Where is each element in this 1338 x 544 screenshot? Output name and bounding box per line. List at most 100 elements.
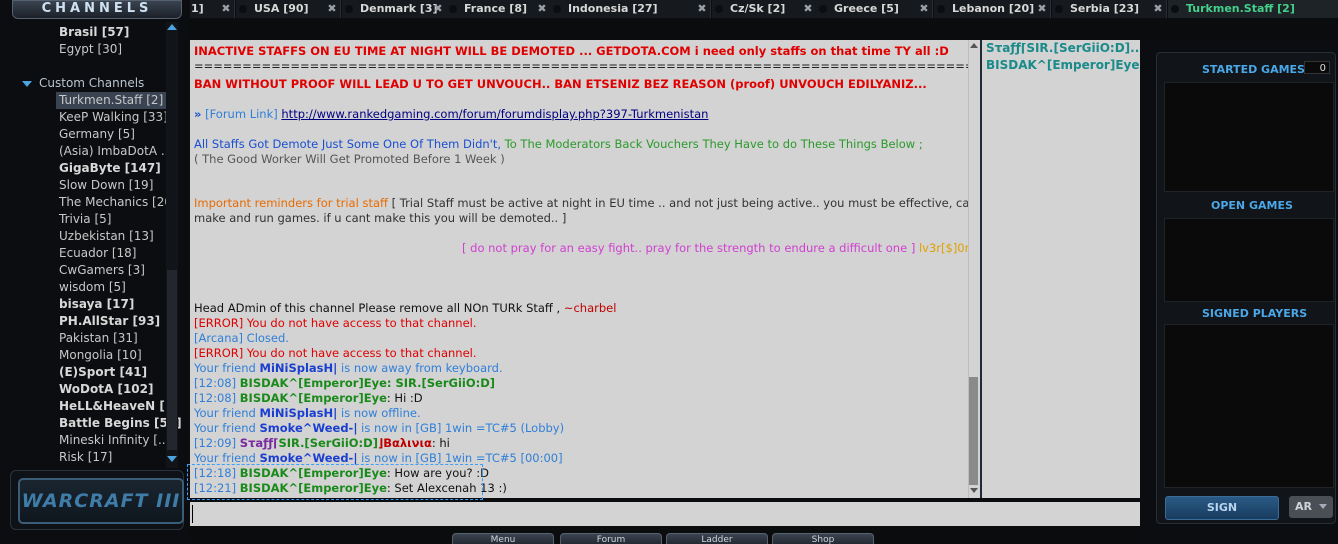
chat-log[interactable]: INACTIVE STAFFS ON EU TIME AT NIGHT WILL… bbox=[190, 40, 968, 498]
channel-item[interactable]: bisaya [17] bbox=[59, 296, 134, 313]
open-games-list[interactable] bbox=[1164, 218, 1334, 302]
tab-channel[interactable]: Indonesia [27] ✖ bbox=[550, 0, 711, 18]
close-tab-icon[interactable]: ✖ bbox=[1152, 0, 1164, 18]
close-tab-icon[interactable]: ✖ bbox=[536, 0, 548, 18]
chat-line: make and run games. if u cant make this … bbox=[194, 211, 566, 226]
tab-channel[interactable]: Greece [5] ✖ bbox=[816, 0, 933, 18]
tab-channel[interactable]: Lebanon [20] ✖ bbox=[934, 0, 1051, 18]
chat-text: [ Trial Staff must be active at night in… bbox=[387, 196, 968, 210]
close-tab-icon[interactable]: ✖ bbox=[802, 0, 814, 18]
signed-players-list[interactable] bbox=[1164, 324, 1334, 488]
channel-item[interactable]: wisdom [5] bbox=[59, 279, 126, 296]
user-item[interactable]: Sτaƒƒ⌈SIR.[SerGiiO:D]... bbox=[986, 41, 1144, 55]
text-cursor bbox=[192, 505, 193, 523]
chat-line: INACTIVE STAFFS ON EU TIME AT NIGHT WILL… bbox=[194, 44, 949, 59]
channel-item[interactable]: Brasil [57] bbox=[59, 24, 129, 41]
nav-shop[interactable]: Shop bbox=[772, 533, 874, 544]
channel-item[interactable]: Trivia [5] bbox=[59, 211, 111, 228]
language-label: AR bbox=[1295, 500, 1312, 513]
chat-text: MiNiSplasH| bbox=[259, 406, 338, 420]
chat-line: Your friend MiNiSplasH| is now away from… bbox=[194, 361, 503, 376]
chat-text: ⌋Bαλινια bbox=[377, 436, 432, 450]
chat-text: SIR.[SerGiiO:D] bbox=[278, 436, 378, 450]
tab-label: Indonesia [27] bbox=[568, 2, 658, 15]
scroll-down-icon bbox=[167, 456, 177, 462]
chat-text: BISDAK^[Emperor]Eye bbox=[239, 391, 387, 405]
tab-channel[interactable]: France [8] ✖ bbox=[446, 0, 551, 18]
tab-label: Serbia [23] bbox=[1070, 2, 1140, 15]
channel-item[interactable]: Mineski Infinity [... bbox=[59, 432, 169, 449]
chat-line: Your friend Smoke^Weed-| is now in [GB] … bbox=[194, 421, 564, 436]
scroll-up-icon[interactable] bbox=[970, 43, 978, 48]
tab-label: 1] bbox=[191, 2, 204, 15]
channel-item[interactable]: Germany [5] bbox=[59, 126, 135, 143]
forum-link[interactable]: http://www.rankedgaming.com/forum/forumd… bbox=[281, 107, 708, 121]
chat-text: Your friend bbox=[194, 361, 260, 375]
user-item[interactable]: BISDAK^[Emperor]Eye bbox=[986, 58, 1140, 72]
channel-item[interactable]: Battle Begins [50] bbox=[59, 415, 182, 432]
scroll-down-arrow[interactable] bbox=[166, 452, 178, 466]
chat-input[interactable] bbox=[190, 502, 1140, 526]
tab-indicator-icon bbox=[937, 5, 945, 13]
channel-item[interactable]: The Mechanics [20] bbox=[59, 194, 177, 211]
nav-ladder[interactable]: Ladder bbox=[666, 533, 768, 544]
channel-item[interactable]: Uzbekistan [13] bbox=[59, 228, 154, 245]
tab-label: USA [90] bbox=[254, 2, 309, 15]
channel-item[interactable]: Risk [17] bbox=[59, 449, 112, 466]
tab-label: Turkmen.Staff [2] bbox=[1186, 2, 1295, 15]
channel-item[interactable]: Egypt [30] bbox=[59, 41, 122, 58]
nav-forum[interactable]: Forum bbox=[560, 533, 662, 544]
tab-channel[interactable]: Serbia [23] ✖ bbox=[1052, 0, 1167, 18]
chat-scrollbar-thumb[interactable] bbox=[969, 377, 978, 485]
chat-text: is now away from keyboard. bbox=[337, 361, 503, 375]
scroll-up-icon[interactable] bbox=[167, 24, 177, 30]
channel-item[interactable]: Pakistan [31] bbox=[59, 330, 138, 347]
close-tab-icon[interactable]: ✖ bbox=[1036, 0, 1048, 18]
close-tab-icon[interactable]: ✖ bbox=[696, 0, 708, 18]
channel-item[interactable]: GigaByte [147] bbox=[59, 160, 161, 177]
channel-item[interactable]: CwGamers [3] bbox=[59, 262, 145, 279]
language-select[interactable]: AR bbox=[1289, 496, 1333, 518]
tab-channel[interactable]: Denmark [3] ✖ bbox=[342, 0, 447, 18]
tab-indicator-icon bbox=[345, 5, 353, 13]
tab-channel[interactable]: USA [90] ✖ bbox=[236, 0, 341, 18]
tab-indicator-icon bbox=[715, 5, 723, 13]
chat-line: Head ADmin of this channel Please remove… bbox=[194, 301, 616, 316]
tab-active[interactable]: Turkmen.Staff [2] bbox=[1168, 0, 1338, 18]
channel-item[interactable]: (E)Sport [41] bbox=[59, 364, 147, 381]
channel-item[interactable]: Slow Down [19] bbox=[59, 177, 153, 194]
channel-item[interactable]: PH.AllStar [93] bbox=[59, 313, 160, 330]
close-tab-icon[interactable]: ✖ bbox=[432, 0, 444, 18]
chat-text: Your friend bbox=[194, 451, 260, 465]
tab-label: Lebanon [20] bbox=[952, 2, 1035, 15]
open-games-title: OPEN GAMES bbox=[1211, 199, 1293, 212]
text-selection-box bbox=[187, 464, 483, 500]
tab-channel[interactable]: 1] ✖ bbox=[190, 0, 235, 18]
channel-item[interactable]: KeeP Walking [33] bbox=[59, 109, 168, 126]
channel-group-custom[interactable]: Custom Channels bbox=[39, 75, 144, 92]
chat-text: All Staffs Got Demote Just Some One Of T… bbox=[194, 137, 505, 151]
channel-scrollbar-thumb[interactable] bbox=[167, 270, 177, 450]
channel-item[interactable]: Ecuador [18] bbox=[59, 245, 136, 262]
started-games-list[interactable] bbox=[1164, 82, 1334, 192]
chat-line: » [Forum Link] http://www.rankedgaming.c… bbox=[194, 107, 708, 122]
channel-item[interactable]: HeLL&HeaveN [... bbox=[59, 398, 179, 415]
channel-item[interactable]: Mongolia [10] bbox=[59, 347, 142, 364]
channel-item[interactable]: (Asia) ImbaDotA ... bbox=[59, 143, 172, 160]
close-tab-icon[interactable]: ✖ bbox=[326, 0, 338, 18]
expand-triangle-icon[interactable] bbox=[22, 81, 32, 87]
tab-indicator-icon bbox=[1055, 5, 1063, 13]
chevron-down-icon bbox=[1319, 504, 1327, 509]
channel-item[interactable]: Turkmen.Staff [2] bbox=[56, 92, 167, 109]
channel-item[interactable]: WoDotA [102] bbox=[59, 381, 153, 398]
chat-text: INACTIVE STAFFS ON EU TIME AT NIGHT WILL… bbox=[194, 44, 949, 58]
scroll-down-icon[interactable] bbox=[970, 488, 978, 493]
close-tab-icon[interactable]: ✖ bbox=[220, 0, 232, 18]
chat-text: ========================================… bbox=[194, 59, 968, 73]
nav-menu[interactable]: Menu bbox=[452, 533, 554, 544]
tab-channel[interactable]: Cz/Sk [2] ✖ bbox=[712, 0, 817, 18]
close-tab-icon[interactable]: ✖ bbox=[918, 0, 930, 18]
chat-text: [12:08] bbox=[194, 376, 240, 390]
sign-button[interactable]: SIGN bbox=[1165, 496, 1279, 520]
channels-header: CHANNELS bbox=[12, 0, 182, 19]
